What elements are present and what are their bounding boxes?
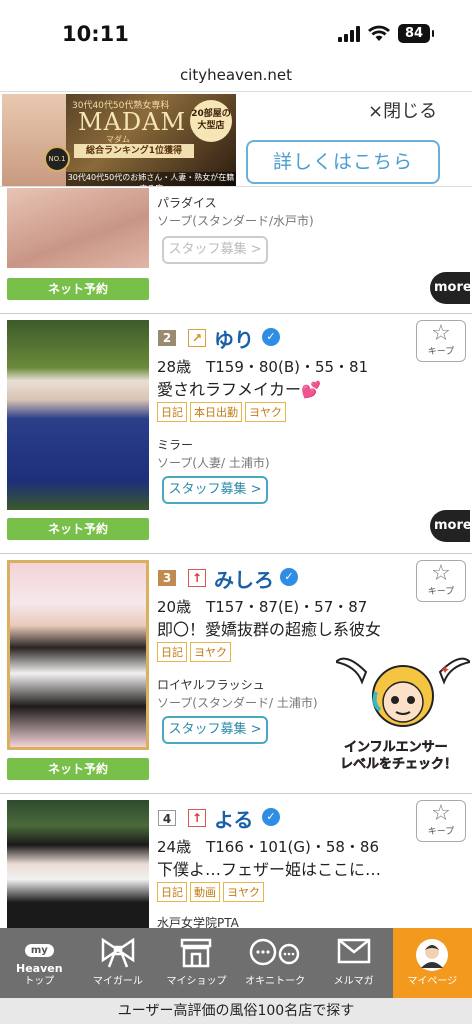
- nav-item-my-girl[interactable]: マイガール: [79, 928, 158, 998]
- rank-up-icon: ↑: [188, 809, 206, 827]
- nav-label: オキニトーク: [245, 976, 306, 987]
- tag-list: 日記 動画 ヨヤク: [157, 882, 264, 902]
- user-avatar-icon: [393, 928, 472, 972]
- url-bar[interactable]: cityheaven.net: [0, 64, 472, 90]
- girl-stats: 20歳 T157・87(E)・57・87: [157, 598, 368, 616]
- my-heaven-icon: my Heaven: [16, 944, 63, 975]
- shop-name[interactable]: ミラー: [157, 436, 193, 453]
- staff-recruit-button[interactable]: スタッフ募集 >: [162, 236, 268, 264]
- girl-stats: 28歳 T159・80(B)・55・81: [157, 358, 369, 376]
- battery-indicator: 84: [398, 24, 434, 43]
- net-reserve-button[interactable]: ネット予約: [7, 278, 149, 300]
- status-time: 10:11: [62, 22, 129, 46]
- nav-label: マイガール: [92, 976, 143, 987]
- girl-photo[interactable]: [7, 560, 149, 750]
- rank-crown-icon: 3: [158, 570, 176, 586]
- ad-no1-badge: NO.1: [44, 146, 70, 172]
- tag-list: 日記 本日出勤 ヨヤク: [157, 402, 286, 422]
- girl-photo[interactable]: [7, 800, 149, 928]
- search-100-shops-banner[interactable]: ユーザー高評価の風俗100名店で探す: [0, 998, 472, 1024]
- girl-catchphrase: 下僕よ…フェザー姫はここに…: [157, 860, 382, 879]
- ribbon-icon: [79, 928, 158, 972]
- nav-item-my-page[interactable]: マイページ: [392, 928, 472, 998]
- tag-today: 本日出勤: [190, 402, 242, 422]
- keep-label: キープ: [427, 587, 455, 597]
- tag-reserve: ヨヤク: [223, 882, 264, 902]
- ad-ranking: 総合ランキング1位獲得: [74, 144, 194, 158]
- net-reserve-button[interactable]: ネット予約: [7, 758, 149, 780]
- ad-model-photo: [2, 94, 66, 186]
- ad-image[interactable]: 30代40代50代熟女専科 MADAM マダム 総合ランキング1位獲得 20部屋…: [2, 94, 236, 186]
- rank-up-icon: ↑: [188, 569, 206, 587]
- star-icon: ☆: [431, 561, 451, 586]
- more-button[interactable]: more: [430, 510, 472, 542]
- rank-up-icon: ↗: [188, 329, 206, 347]
- keep-button[interactable]: ☆ キープ: [416, 320, 466, 362]
- nav-item-mail-magazine[interactable]: メルマガ: [314, 928, 393, 998]
- shop-name[interactable]: パラダイス: [157, 194, 217, 211]
- star-icon: ☆: [431, 801, 451, 826]
- net-reserve-button[interactable]: ネット予約: [7, 518, 149, 540]
- ad-banner: 30代40代50代熟女専科 MADAM マダム 総合ランキング1位獲得 20部屋…: [0, 91, 472, 187]
- svg-text:✦: ✦: [440, 663, 450, 677]
- nav-item-okini-talk[interactable]: オキニトーク: [236, 928, 315, 998]
- verified-icon: ✓: [262, 328, 280, 346]
- ad-rooms-badge: 20部屋の大型店: [190, 100, 232, 142]
- girl-card: 4 ↑ よる ✓ ☆ キープ 24歳 T166・101(G)・58・86 下僕よ…: [0, 794, 472, 930]
- girl-card: 2 ↗ ゆり ✓ ☆ キープ 28歳 T159・80(B)・55・81 愛されラ…: [0, 314, 472, 554]
- rank-icon: 4: [158, 810, 176, 826]
- ad-detail-button[interactable]: 詳しくはこちら: [246, 140, 440, 184]
- nav-label: メルマガ: [333, 976, 374, 987]
- tag-reserve: ヨヤク: [245, 402, 286, 422]
- nav-label: マイページ: [407, 976, 458, 987]
- girl-photo[interactable]: [7, 320, 149, 510]
- nav-item-top[interactable]: my Heaven トップ: [0, 928, 79, 998]
- status-bar: 10:11 84: [0, 0, 472, 64]
- girl-stats: 24歳 T166・101(G)・58・86: [157, 838, 380, 856]
- tag-reserve: ヨヤク: [190, 642, 231, 662]
- more-button[interactable]: more: [430, 272, 472, 304]
- shop-type: ソープ(人妻/ 土浦市): [157, 456, 270, 470]
- rank-crown-icon: 2: [158, 330, 176, 346]
- girl-catchphrase: 即〇！愛嬌抜群の超癒し系彼女: [157, 620, 382, 639]
- mascot-text-2: レベルをチェック！: [340, 757, 458, 773]
- verified-icon: ✓: [280, 568, 298, 586]
- girl-name[interactable]: ゆり: [214, 324, 254, 353]
- girl-name[interactable]: よる: [214, 804, 253, 833]
- nav-item-my-shop[interactable]: マイショップ: [157, 928, 236, 998]
- staff-recruit-button[interactable]: スタッフ募集 >: [162, 476, 268, 504]
- keep-label: キープ: [427, 347, 455, 357]
- shop-type: ソープ(スタンダード/水戸市): [157, 214, 314, 228]
- keep-button[interactable]: ☆ キープ: [416, 560, 466, 602]
- ad-close-button[interactable]: ×閉じる: [368, 97, 437, 123]
- tag-diary: 日記: [157, 402, 187, 422]
- influencer-mascot-banner[interactable]: ✦ インフルエンサー レベルをチェック！: [333, 652, 472, 773]
- bottom-nav: my Heaven トップ マイガール マイショップ オキニトーク メルマガ マ…: [0, 928, 472, 998]
- star-icon: ☆: [431, 321, 451, 346]
- mail-icon: [314, 928, 393, 972]
- shop-type: ソープ(スタンダード/ 土浦市): [157, 696, 318, 710]
- tag-list: 日記 ヨヤク: [157, 642, 231, 662]
- girl-name[interactable]: みしろ: [214, 564, 274, 593]
- girl-card-partial: パラダイス ソープ(スタンダード/水戸市) スタッフ募集 > ネット予約 mor…: [0, 188, 472, 314]
- keep-button[interactable]: ☆ キープ: [416, 800, 466, 842]
- tag-video: 動画: [190, 882, 220, 902]
- tag-diary: 日記: [157, 882, 187, 902]
- staff-recruit-button[interactable]: スタッフ募集 >: [162, 716, 268, 744]
- girl-catchphrase: 愛されラフメイカー💕: [157, 380, 321, 399]
- verified-icon: ✓: [262, 808, 280, 826]
- nav-label: トップ: [24, 976, 55, 987]
- ad-footer: 30代40代50代のお姉さん・人妻・熟女が在籍する店: [66, 172, 236, 186]
- girl-photo[interactable]: [7, 188, 149, 268]
- chat-icon: [236, 928, 315, 972]
- wifi-icon: [368, 25, 390, 41]
- ad-title: MADAM: [78, 108, 187, 136]
- tag-diary: 日記: [157, 642, 187, 662]
- keep-label: キープ: [427, 827, 455, 837]
- shop-icon: [157, 928, 236, 972]
- nav-label: マイショップ: [166, 976, 227, 987]
- signal-icon: [338, 26, 362, 42]
- shop-name[interactable]: ロイヤルフラッシュ: [157, 676, 265, 693]
